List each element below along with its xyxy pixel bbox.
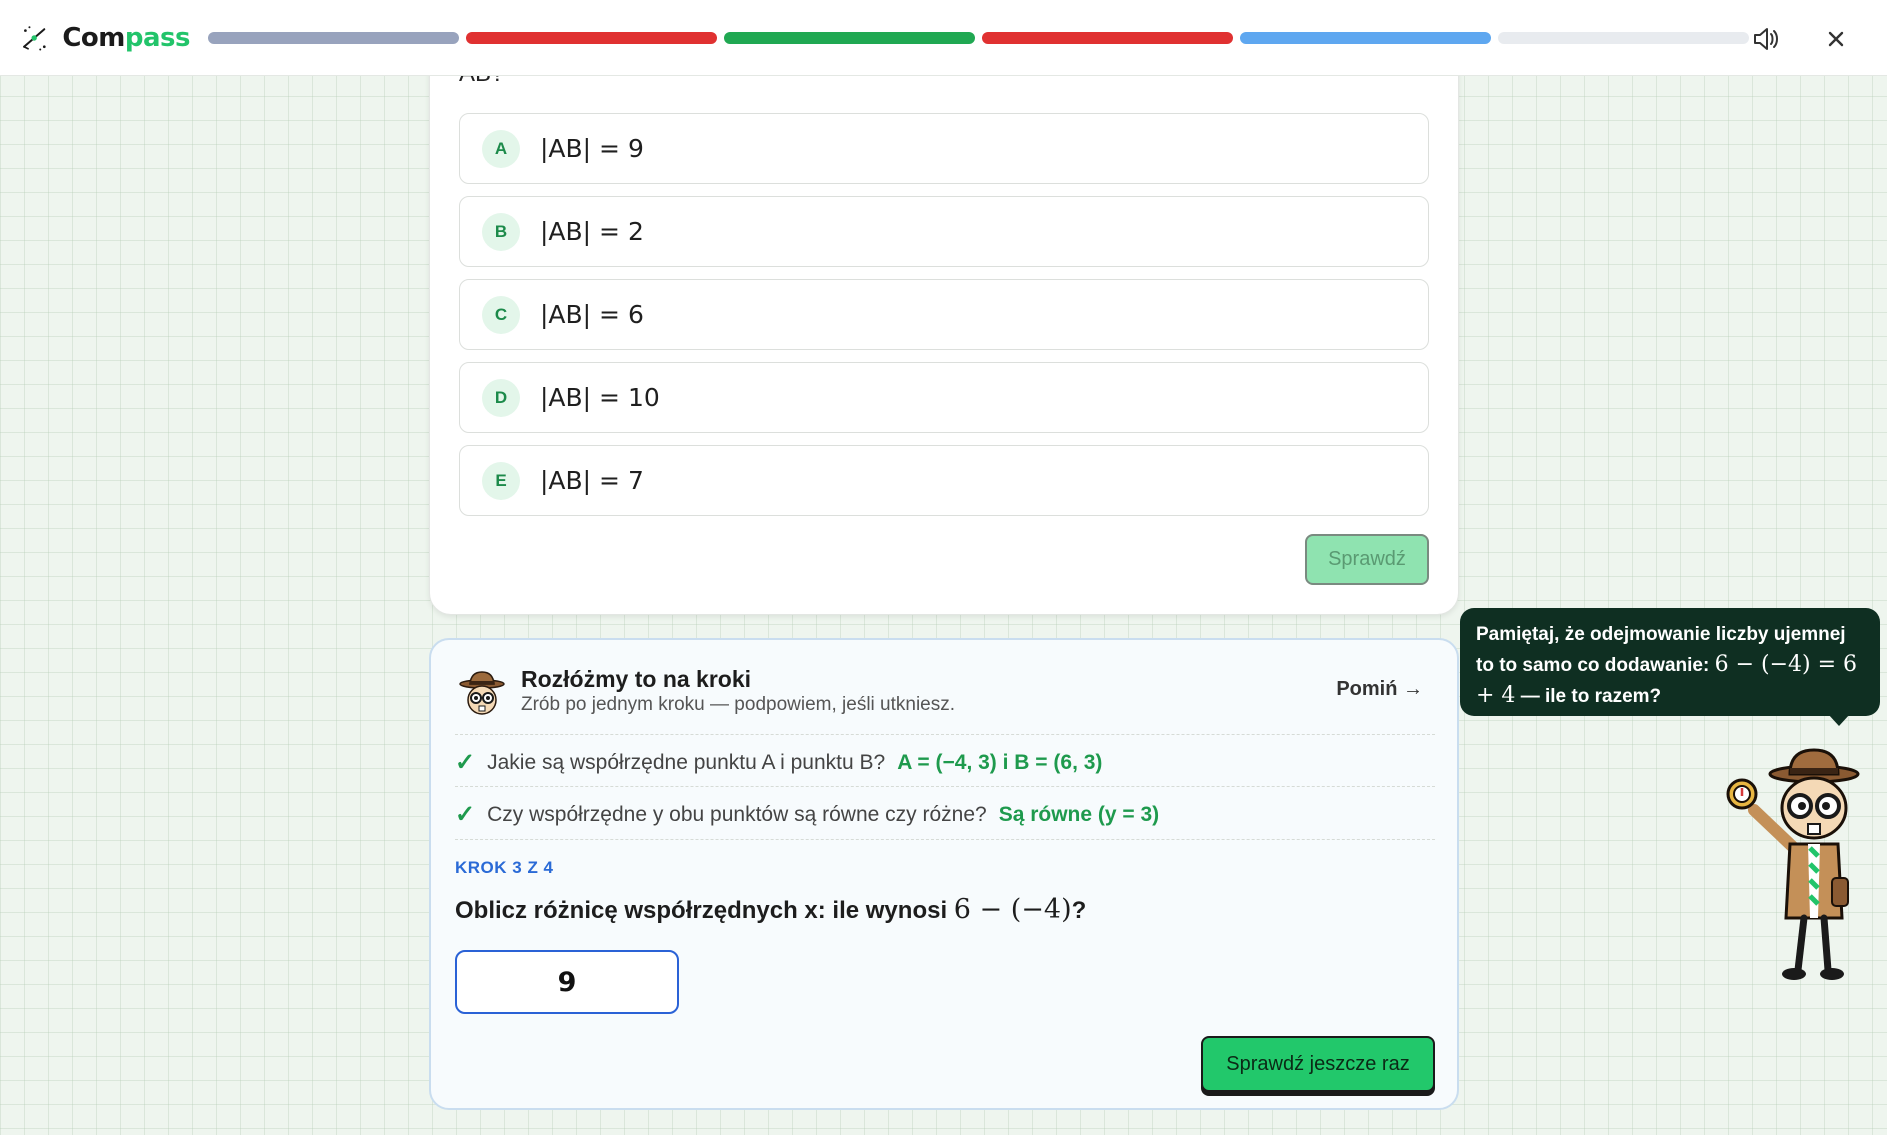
answer-option-c[interactable]: C |AB| = 6	[459, 279, 1429, 350]
answer-option-d[interactable]: D |AB| = 10	[459, 362, 1429, 433]
hint-tooltip: Pamiętaj, że odejmowanie liczby ujemnej …	[1460, 608, 1880, 716]
brand-name-right: pass	[124, 22, 191, 53]
completed-step-question: Jakie są współrzędne punktu A i punktu B…	[487, 750, 886, 774]
option-letter: B	[482, 212, 520, 251]
steps-title: Rozłóżmy to na kroki	[521, 666, 752, 692]
hint-text-end: — ile to razem?	[1520, 686, 1662, 707]
progress-segment-2	[466, 31, 717, 44]
answer-option-b[interactable]: B |AB| = 2	[459, 196, 1429, 267]
divider	[455, 786, 1435, 787]
check-answer-button[interactable]: Sprawdź	[1305, 534, 1429, 585]
completed-step-2: ✓ Czy współrzędne y obu punktów są równe…	[455, 800, 1159, 829]
tooltip-tail	[1828, 714, 1850, 726]
current-step-question-text: Oblicz różnicę współrzędnych x: ile wyno…	[455, 897, 948, 924]
option-text: |AB| = 6	[540, 300, 644, 329]
progress-segment-4	[982, 31, 1233, 44]
brand-name-left: Com	[62, 22, 125, 53]
detective-mascot-icon	[1726, 748, 1860, 980]
completed-step-answer: Są równe (y = 3)	[998, 802, 1160, 826]
answer-option-e[interactable]: E |AB| = 7	[459, 445, 1429, 516]
checkmark-icon: ✓	[455, 749, 476, 776]
progress-segment-6	[1498, 31, 1749, 44]
brand-name: Compass	[62, 23, 190, 53]
close-icon[interactable]	[1819, 22, 1853, 56]
option-text: |AB| = 2	[540, 217, 644, 246]
completed-step-1: ✓ Jakie są współrzędne punktu A i punktu…	[455, 748, 1102, 777]
option-letter: E	[482, 461, 520, 500]
current-step-question-suffix: ?	[1071, 897, 1087, 924]
current-step-label: KROK 3 Z 4	[455, 858, 554, 877]
top-bar: Compass	[0, 0, 1887, 76]
answer-option-a[interactable]: A |AB| = 9	[459, 113, 1429, 184]
skip-button[interactable]: Pomiń →	[1336, 678, 1423, 701]
lesson-progress-bar	[208, 31, 1749, 44]
option-letter: D	[482, 378, 520, 417]
check-again-button[interactable]: Sprawdź jeszcze raz	[1201, 1036, 1435, 1092]
answer-input[interactable]	[455, 950, 679, 1014]
progress-segment-3	[724, 31, 975, 44]
option-text: |AB| = 10	[540, 383, 660, 412]
progress-segment-1	[208, 31, 459, 44]
current-step-question: Oblicz różnicę współrzędnych x: ile wyno…	[455, 894, 1086, 925]
logo: Compass	[20, 17, 191, 59]
compass-logo-icon	[23, 25, 46, 50]
detective-avatar-icon	[459, 671, 505, 715]
option-letter: A	[482, 129, 520, 168]
checkmark-icon: ✓	[455, 801, 476, 828]
speaker-icon[interactable]	[1749, 22, 1783, 56]
step-by-step-panel: Rozłóżmy to na kroki Zrób po jednym krok…	[429, 638, 1459, 1110]
progress-segment-5	[1240, 31, 1491, 44]
divider	[455, 839, 1435, 840]
current-step-math: 6 − (−4)	[953, 894, 1072, 925]
divider	[455, 734, 1435, 735]
option-text: |AB| = 7	[540, 466, 644, 495]
steps-subtitle: Zrób po jednym kroku — podpowiem, jeśli …	[521, 694, 956, 715]
option-letter: C	[482, 295, 520, 334]
option-text: |AB| = 9	[540, 134, 644, 163]
completed-step-question: Czy współrzędne y obu punktów są równe c…	[487, 802, 987, 826]
completed-step-answer: A = (−4, 3) i B = (6, 3)	[897, 750, 1103, 774]
